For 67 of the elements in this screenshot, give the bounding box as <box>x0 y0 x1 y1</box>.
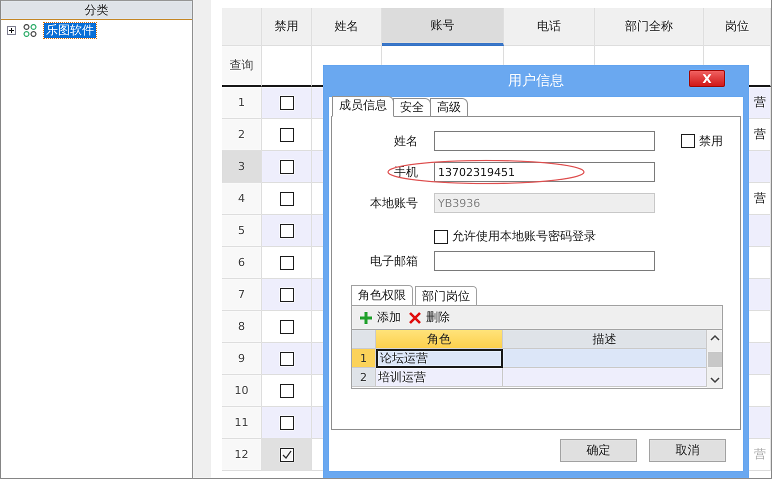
row-number[interactable]: 4 <box>222 183 262 215</box>
table-cell[interactable]: 论坛运营 <box>376 349 503 368</box>
close-button[interactable]: X <box>689 70 725 87</box>
tab[interactable]: 安全 <box>393 98 431 116</box>
row-number[interactable]: 9 <box>222 343 262 375</box>
expand-icon[interactable] <box>7 26 16 35</box>
table-cell[interactable]: 培训运营 <box>376 368 503 387</box>
tab[interactable]: 角色权限 <box>351 285 413 305</box>
checkbox[interactable] <box>280 224 294 238</box>
column-header[interactable]: 姓名 <box>312 8 382 46</box>
checkbox[interactable] <box>280 416 294 430</box>
checkbox[interactable] <box>280 192 294 206</box>
row-number[interactable]: 7 <box>222 279 262 311</box>
input-field[interactable] <box>434 131 655 151</box>
checkbox[interactable] <box>280 256 294 270</box>
query-label: 查询 <box>222 46 262 87</box>
checkbox[interactable] <box>280 384 294 398</box>
add-button[interactable]: 添加 <box>360 309 401 326</box>
checkbox[interactable] <box>280 128 294 142</box>
field-label: 电子邮箱 <box>369 252 419 270</box>
checkbox[interactable] <box>681 134 695 148</box>
column-header[interactable]: 描述 <box>503 330 707 349</box>
row-number[interactable]: 5 <box>222 215 262 247</box>
row-number[interactable]: 6 <box>222 247 262 279</box>
checkbox[interactable] <box>280 288 294 302</box>
field-label: 姓名 <box>393 132 419 150</box>
plus-icon <box>360 312 372 324</box>
row-number[interactable]: 8 <box>222 311 262 343</box>
cancel-button[interactable]: 取消 <box>649 439 726 462</box>
column-header[interactable]: 禁用 <box>262 8 312 46</box>
tree-item[interactable]: 乐图软件 <box>44 23 96 38</box>
column-header[interactable]: 账号 <box>382 8 504 46</box>
group-icon <box>23 24 37 37</box>
scrollbar[interactable] <box>707 330 722 388</box>
column-header[interactable]: 部门全称 <box>595 8 704 46</box>
scroll-thumb[interactable] <box>708 352 722 366</box>
checkbox[interactable] <box>434 230 448 244</box>
checkbox[interactable] <box>280 96 294 110</box>
tab[interactable]: 成员信息 <box>332 96 394 117</box>
column-header[interactable]: 岗位 <box>704 8 771 46</box>
column-header[interactable]: 电话 <box>504 8 595 46</box>
input-field[interactable] <box>434 251 655 271</box>
delete-button[interactable]: 删除 <box>409 309 450 326</box>
header-cell <box>222 8 262 46</box>
chevron-down-icon[interactable] <box>710 377 720 384</box>
row-number[interactable]: 10 <box>222 375 262 407</box>
panel-title: 分类 <box>1 1 192 20</box>
row-number[interactable]: 11 <box>222 407 262 439</box>
chevron-up-icon[interactable] <box>710 334 720 341</box>
cross-icon <box>409 312 421 324</box>
row-number[interactable]: 3 <box>222 151 262 183</box>
header-cell <box>352 330 376 349</box>
input-field[interactable]: 13702319451 <box>434 162 655 182</box>
checkbox[interactable] <box>280 320 294 334</box>
ok-button[interactable]: 确定 <box>560 439 637 462</box>
tab[interactable]: 部门岗位 <box>415 286 477 305</box>
row-number[interactable]: 2 <box>222 119 262 151</box>
row-number[interactable]: 2 <box>352 368 376 387</box>
row-number[interactable]: 1 <box>222 87 262 119</box>
column-header[interactable]: 角色 <box>376 330 503 349</box>
checkbox[interactable] <box>280 160 294 174</box>
row-number[interactable]: 1 <box>352 349 376 368</box>
field-label: 本地账号 <box>369 194 419 212</box>
dialog-title: 用户信息 <box>508 72 564 90</box>
checkbox-label: 允许使用本地账号密码登录 <box>452 228 596 245</box>
tab[interactable]: 高级 <box>430 98 468 116</box>
checkbox[interactable] <box>280 352 294 366</box>
